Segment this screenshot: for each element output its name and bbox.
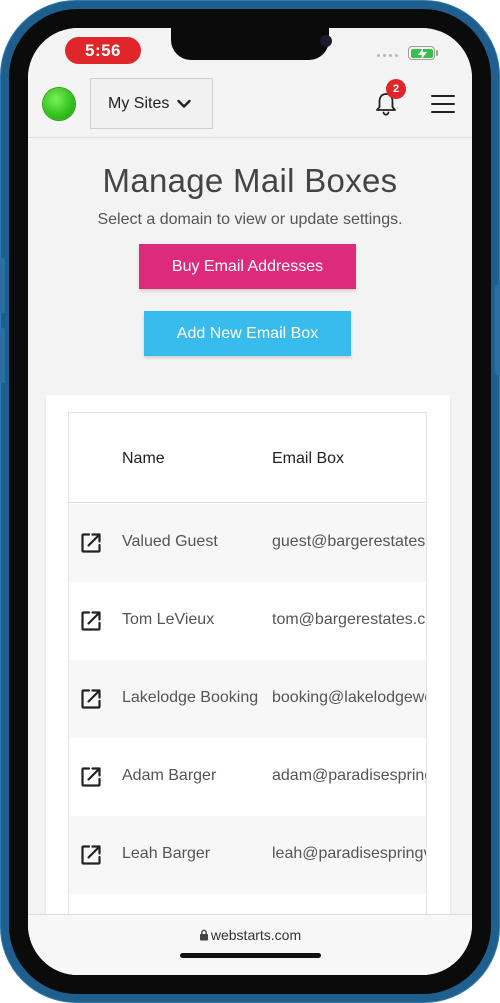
column-header-name[interactable]: Name xyxy=(122,450,165,468)
status-time: 5:56 xyxy=(65,37,141,64)
row-name: Adam Barger xyxy=(122,767,217,784)
screen: 5:56 My Sites 2 Manage Mail Boxes Select… xyxy=(28,28,472,975)
chevron-down-icon xyxy=(177,99,192,108)
cellular-signal-icon xyxy=(377,54,398,57)
page-subtitle: Select a domain to view or update settin… xyxy=(97,211,403,228)
page-title: Manage Mail Boxes xyxy=(102,162,398,199)
column-header-email-box[interactable]: Email Box xyxy=(272,450,344,468)
status-bar: 5:56 xyxy=(28,28,472,74)
camera-icon xyxy=(320,35,332,47)
row-name: Lakelodge Booking xyxy=(122,689,259,706)
row-name: Leah Barger xyxy=(122,845,211,862)
buy-email-addresses-button[interactable]: Buy Email Addresses xyxy=(139,244,356,289)
row-email: booking@lakelodgewe xyxy=(272,689,427,706)
charging-bolt-icon xyxy=(417,47,427,60)
my-sites-label: My Sites xyxy=(108,94,170,112)
site-status-indicator[interactable] xyxy=(43,88,75,120)
row-email: leah@paradisespringv xyxy=(272,845,427,862)
edit-icon[interactable] xyxy=(80,844,102,866)
url-text: webstarts.com xyxy=(210,927,302,943)
mailbox-table[interactable]: Name Email Box Valued Guest guest@barger… xyxy=(68,412,427,975)
notch xyxy=(171,28,332,60)
volume-down-button xyxy=(0,328,5,383)
row-name: Valued Guest xyxy=(122,533,218,550)
row-name: Tom LeVieux xyxy=(122,611,215,628)
mailbox-card: Name Email Box Valued Guest guest@barger… xyxy=(46,395,450,975)
table-row[interactable]: Tom LeVieux tom@bargerestates.co xyxy=(69,582,427,660)
edit-icon[interactable] xyxy=(80,766,102,788)
edit-icon[interactable] xyxy=(80,610,102,632)
battery-icon xyxy=(408,46,435,60)
top-navbar: My Sites 2 xyxy=(28,74,472,138)
lock-icon xyxy=(199,929,208,941)
my-sites-dropdown[interactable]: My Sites xyxy=(90,78,213,129)
battery-cap xyxy=(436,50,438,56)
row-email: adam@paradisespring xyxy=(272,767,427,784)
url-display[interactable]: webstarts.com xyxy=(28,927,472,943)
table-row[interactable]: Lakelodge Booking booking@lakelodgewe xyxy=(69,660,427,738)
power-button xyxy=(495,285,500,375)
table-row[interactable]: Leah Barger leah@paradisespringv xyxy=(69,816,427,894)
edit-icon[interactable] xyxy=(80,688,102,710)
add-new-email-box-button[interactable]: Add New Email Box xyxy=(144,311,351,356)
table-row[interactable]: Adam Barger adam@paradisespring xyxy=(69,738,427,816)
home-indicator[interactable] xyxy=(180,953,321,958)
notification-badge: 2 xyxy=(386,79,406,99)
table-row[interactable]: Valued Guest guest@bargerestates. xyxy=(69,504,427,582)
table-header: Name Email Box xyxy=(69,413,426,503)
edit-icon[interactable] xyxy=(80,532,102,554)
row-email: tom@bargerestates.co xyxy=(272,611,427,628)
row-email: guest@bargerestates. xyxy=(272,533,427,550)
hamburger-menu-icon[interactable] xyxy=(431,95,455,113)
browser-address-bar[interactable]: webstarts.com xyxy=(28,914,472,975)
volume-up-button xyxy=(0,258,5,313)
